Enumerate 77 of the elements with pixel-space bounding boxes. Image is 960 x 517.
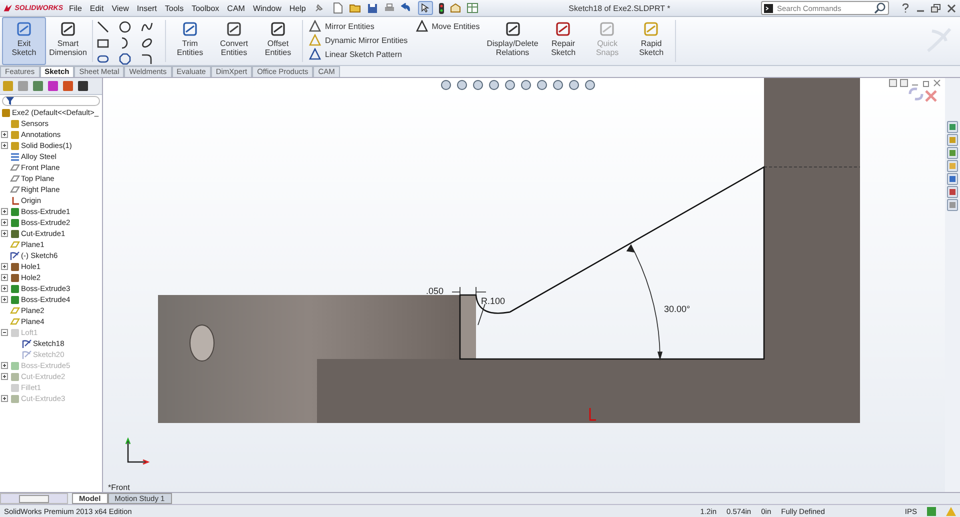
sketch-icon [22, 350, 32, 360]
search-icon[interactable] [874, 2, 886, 14]
traffic-light-icon[interactable] [438, 2, 444, 14]
options-icon[interactable] [450, 3, 461, 13]
menu-item[interactable]: View [112, 4, 129, 12]
ribbon-button[interactable]: Display/Delete Relations [484, 17, 542, 65]
axis-triad-icon [125, 437, 150, 465]
menu-item[interactable]: Window [252, 4, 282, 12]
task-pane-tab-icon[interactable] [947, 121, 958, 133]
expand-toggle[interactable] [1, 131, 9, 138]
ellipse-icon[interactable] [141, 37, 153, 49]
panel-tab-icon[interactable] [77, 80, 89, 92]
task-pane-tab-icon[interactable] [947, 173, 958, 185]
ribbon-command[interactable]: Mirror Entities [309, 20, 408, 32]
collapse-toggle[interactable] [1, 329, 9, 336]
menu-item[interactable]: File [69, 4, 82, 12]
printer-icon[interactable] [384, 3, 395, 13]
ribbon-button[interactable]: Exit Sketch [2, 17, 46, 65]
expand-toggle[interactable] [1, 274, 9, 281]
dimension-label[interactable]: .050 [426, 286, 444, 296]
expand-toggle[interactable] [1, 142, 9, 149]
line-icon[interactable] [97, 21, 109, 33]
ribbon-button[interactable]: Smart Dimension [46, 17, 90, 65]
open-folder-icon[interactable] [348, 3, 361, 13]
close-icon[interactable] [947, 4, 956, 12]
expand-toggle[interactable] [1, 395, 9, 402]
filter-icon [6, 97, 14, 105]
slot-icon[interactable] [97, 53, 109, 65]
spline-icon[interactable] [141, 21, 153, 33]
dimension-label[interactable]: R.100 [481, 296, 506, 306]
pin-icon[interactable] [314, 4, 323, 12]
close-icon[interactable] [933, 79, 941, 87]
sketch-icon [22, 338, 32, 348]
restore-icon[interactable] [922, 79, 930, 87]
restore-icon[interactable] [931, 4, 941, 12]
menu-item[interactable]: Toolbox [192, 4, 220, 12]
menu-item[interactable]: Insert [136, 4, 157, 12]
ribbon-button[interactable]: Repair Sketch [541, 17, 586, 65]
expand-toggle[interactable] [1, 219, 9, 226]
expand-toggle[interactable] [1, 230, 9, 237]
watermark-logo-drawing [924, 25, 954, 55]
menu-item[interactable]: Edit [90, 4, 104, 12]
expand-toggle[interactable] [1, 373, 9, 380]
circle-icon[interactable] [119, 21, 131, 33]
filter-field[interactable] [2, 96, 100, 106]
menu-item[interactable]: Tools [164, 4, 184, 12]
rectangle-icon[interactable] [97, 37, 109, 49]
expand-toggle[interactable] [1, 208, 9, 215]
ribbon-command[interactable]: Move Entities [416, 20, 480, 32]
undo-icon[interactable] [400, 3, 412, 13]
new-document-icon[interactable] [332, 2, 343, 14]
window-title: Sketch18 of Exe2.SLDPRT * [568, 4, 672, 12]
ribbon-button[interactable]: Convert Entities [212, 17, 256, 65]
material-icon [10, 152, 20, 162]
menu-item[interactable]: Help [289, 4, 306, 12]
origin-icon [10, 196, 20, 206]
ribbon-button[interactable]: Trim Entities [168, 17, 212, 65]
ribbon-command[interactable]: Dynamic Mirror Entities [309, 34, 408, 46]
ribbon-button[interactable]: Offset Entities [256, 17, 300, 65]
expand-toggle[interactable] [1, 285, 9, 292]
ribbon-button[interactable]: Rapid Sketch [629, 17, 674, 65]
plane-icon [10, 240, 20, 250]
task-pane-tab-icon[interactable] [947, 186, 958, 198]
polygon-icon[interactable] [119, 53, 131, 65]
expand-toggle[interactable] [1, 362, 9, 369]
expand-toggle[interactable] [1, 296, 9, 303]
ribbon-command[interactable]: Linear Sketch Pattern [309, 48, 408, 60]
horizontal-scrollbar[interactable] [0, 493, 68, 504]
dimension-label[interactable]: 30.00° [664, 304, 690, 314]
task-pane-tab-icon[interactable] [947, 147, 958, 159]
view-orientation-label: *Front [108, 483, 130, 492]
expand-toggle[interactable] [1, 263, 9, 270]
sketch-icon [10, 250, 20, 260]
menu-item[interactable]: CAM [227, 4, 245, 12]
select-button[interactable] [418, 1, 433, 15]
save-icon[interactable] [366, 2, 378, 14]
spreadsheet-icon[interactable] [466, 3, 478, 13]
